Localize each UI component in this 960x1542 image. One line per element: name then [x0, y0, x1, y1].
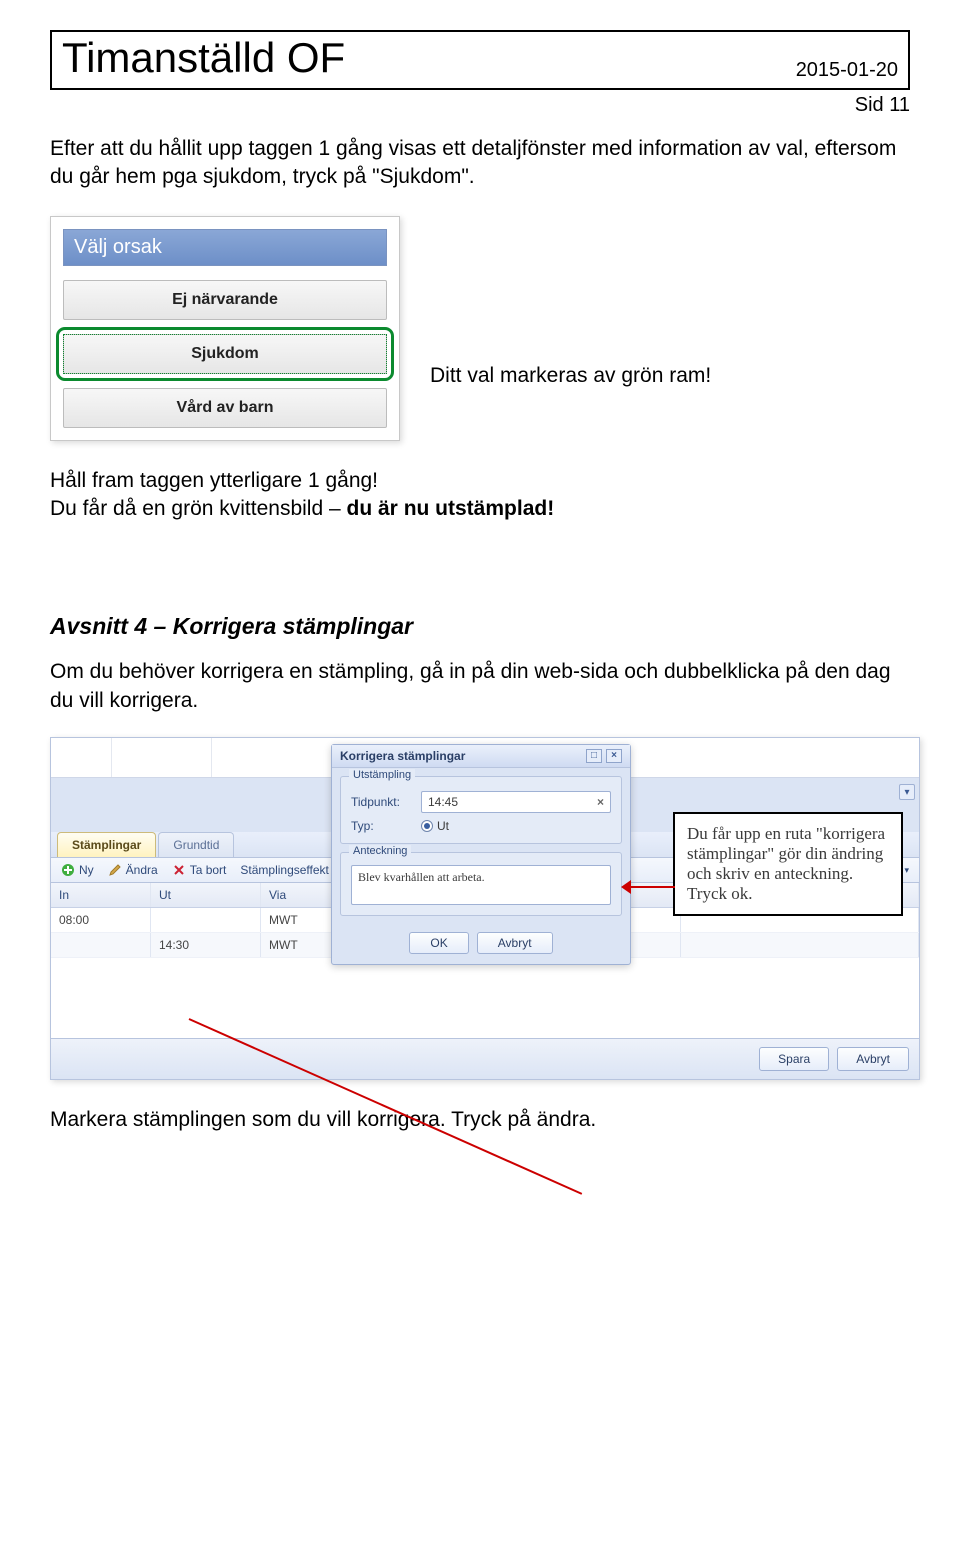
dialog-ok-button[interactable]: OK: [409, 932, 468, 954]
clear-icon[interactable]: ×: [597, 795, 604, 809]
reason-childcare-button[interactable]: Vård av barn: [63, 388, 387, 428]
time-input[interactable]: 14:45 ×: [421, 791, 611, 813]
dialog-titlebar: Korrigera stämplingar □ ×: [332, 745, 630, 768]
out-stamp-fieldset: Utstämpling Tidpunkt: 14:45 × Typ: Ut: [340, 776, 622, 844]
section-paragraph: Om du behöver korrigera en stämpling, gå…: [50, 658, 910, 715]
tab-stamplingar[interactable]: Stämplingar: [57, 832, 156, 857]
type-out-label: Ut: [437, 819, 449, 833]
col-in[interactable]: In: [51, 883, 151, 907]
plus-icon: [61, 863, 75, 877]
callout-arrow: [627, 886, 675, 888]
footer-cancel-button[interactable]: Avbryt: [837, 1047, 909, 1071]
reason-sickness-button[interactable]: Sjukdom: [63, 334, 387, 374]
new-button[interactable]: Ny: [61, 863, 94, 877]
delete-button[interactable]: Ta bort: [172, 863, 227, 877]
out-stamp-legend: Utstämpling: [349, 769, 415, 781]
save-button[interactable]: Spara: [759, 1047, 829, 1071]
type-out-radio[interactable]: [421, 820, 433, 832]
type-label: Typ:: [351, 819, 421, 833]
footer-bar: Spara Avbryt: [51, 1038, 919, 1079]
stamp-effect-button[interactable]: Stämplingseffekt: [240, 863, 329, 877]
tab-grundtid[interactable]: Grundtid: [158, 832, 234, 857]
dialog-close-icon[interactable]: ×: [606, 749, 622, 763]
stamped-out-line: Du får då en grön kvittensbild – du är n…: [50, 495, 910, 523]
doc-date: 2015-01-20: [796, 59, 898, 82]
callout-box: Du får upp en ruta "korrigera stämplinga…: [673, 812, 903, 916]
time-label: Tidpunkt:: [351, 795, 421, 809]
hold-tag-line: Håll fram taggen ytterligare 1 gång!: [50, 467, 910, 495]
delete-icon: [172, 863, 186, 877]
select-reason-panel: Välj orsak Ej närvarande Sjukdom Vård av…: [50, 216, 400, 441]
section-heading: Avsnitt 4 – Korrigera stämplingar: [50, 613, 910, 640]
green-frame-caption: Ditt val markeras av grön ram!: [430, 364, 910, 388]
grid-blank-area: [51, 958, 919, 1038]
edit-button[interactable]: Ändra: [108, 863, 158, 877]
dialog-title: Korrigera stämplingar: [340, 749, 465, 763]
doc-title: Timanställd OF: [62, 34, 345, 82]
scroll-down-icon[interactable]: ▾: [899, 784, 915, 800]
dialog-max-icon[interactable]: □: [586, 749, 602, 763]
select-reason-title: Välj orsak: [63, 229, 387, 266]
col-ut[interactable]: Ut: [151, 883, 261, 907]
note-legend: Anteckning: [349, 845, 411, 857]
correct-stamp-dialog: Korrigera stämplingar □ × Utstämpling Ti…: [331, 744, 631, 965]
note-fieldset: Anteckning Blev kvarhållen att arbeta.: [340, 852, 622, 916]
pencil-icon: [108, 863, 122, 877]
dialog-cancel-button[interactable]: Avbryt: [477, 932, 553, 954]
page-number: Sid 11: [50, 94, 910, 117]
page-header: Timanställd OF 2015-01-20: [50, 30, 910, 90]
stampling-app: ▾ Korrigera stämplingar □ × Utstämpling …: [50, 737, 920, 1080]
callout-arrowhead-icon: [621, 880, 631, 894]
note-textarea[interactable]: Blev kvarhållen att arbeta.: [351, 865, 611, 905]
reason-not-present-button[interactable]: Ej närvarande: [63, 280, 387, 320]
chevron-down-icon: ▾: [904, 865, 909, 876]
final-instruction: Markera stämplingen som du vill korriger…: [50, 1108, 910, 1132]
intro-paragraph: Efter att du hållit upp taggen 1 gång vi…: [50, 135, 910, 192]
